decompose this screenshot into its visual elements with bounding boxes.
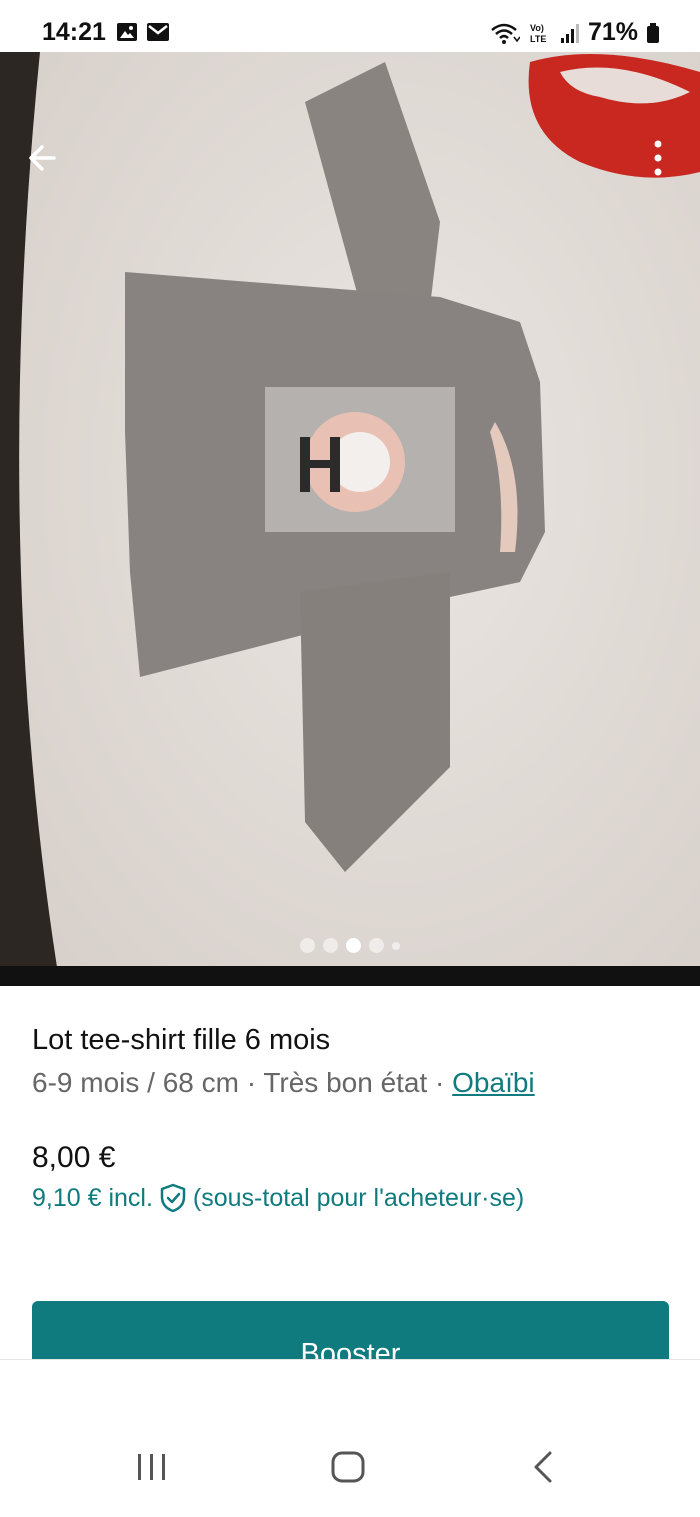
signal-icon (560, 23, 579, 43)
svg-text:LTE: LTE (530, 34, 546, 44)
item-photo-carousel[interactable] (0, 52, 700, 986)
buyer-price-note: (sous-total pour l'acheteur·se) (192, 1183, 525, 1212)
item-price: 8,00 € (32, 1141, 116, 1174)
item-title: Lot tee-shirt fille 6 mois (32, 1024, 331, 1056)
mail-icon (147, 23, 169, 41)
home-icon[interactable] (330, 1450, 366, 1484)
status-time: 14:21 (42, 18, 106, 46)
carousel-dot[interactable] (323, 938, 338, 953)
back-arrow-icon[interactable] (24, 136, 68, 180)
wifi-icon (491, 23, 520, 44)
carousel-dot[interactable] (369, 938, 384, 953)
image-icon (117, 23, 137, 41)
carousel-dot[interactable] (300, 938, 315, 953)
svg-text:Vo): Vo) (530, 23, 544, 33)
carousel-dot[interactable] (392, 941, 400, 950)
buyer-price[interactable]: 9,10 € incl. (sous-total pour l'acheteur… (32, 1183, 524, 1213)
item-details-text: 6-9 mois / 68 cm · Très bon état · (32, 1067, 453, 1098)
item-details: 6-9 mois / 68 cm · Très bon état · Obaïb… (32, 1067, 535, 1099)
shield-check-icon[interactable] (159, 1183, 187, 1213)
system-nav-bar (0, 1420, 700, 1517)
back-icon[interactable] (530, 1450, 558, 1484)
status-right: Vo) LTE 71% (490, 18, 660, 47)
battery-percent: 71% (587, 18, 638, 46)
brand-link[interactable]: Obaïbi (452, 1067, 535, 1098)
status-bar: 14:21 Vo) LTE 71% (0, 0, 700, 60)
recent-apps-icon[interactable] (136, 1450, 168, 1484)
photo-divider (0, 966, 700, 986)
carousel-indicator (0, 938, 700, 953)
carousel-dot-active[interactable] (346, 938, 361, 953)
more-vertical-icon[interactable] (648, 138, 668, 182)
volte-icon: Vo) LTE (530, 23, 546, 44)
buyer-price-value: 9,10 € incl. (32, 1183, 153, 1212)
battery-icon (647, 22, 659, 43)
item-photo (0, 52, 700, 986)
